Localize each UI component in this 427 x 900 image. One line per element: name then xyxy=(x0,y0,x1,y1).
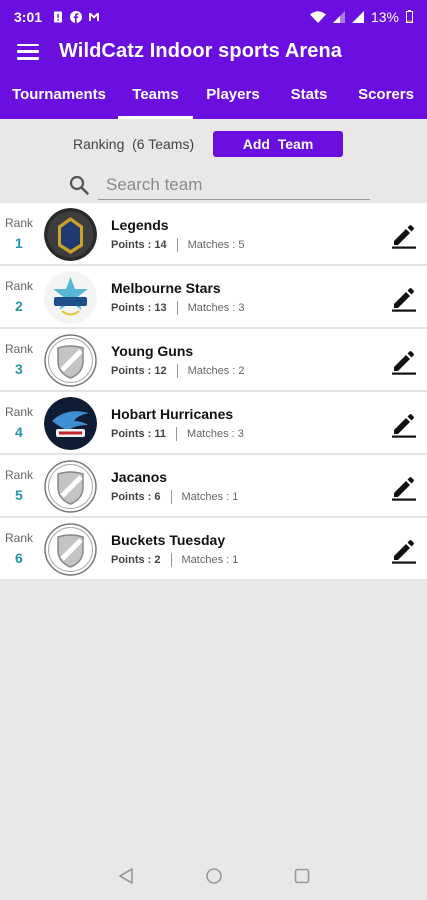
stats-divider xyxy=(176,301,178,315)
team-points: Points : 12 xyxy=(111,365,167,377)
edit-icon[interactable] xyxy=(390,221,418,249)
tab-bar: Tournaments Teams Players Stats Scorers xyxy=(0,70,427,119)
home-icon xyxy=(205,868,222,884)
gmail-icon xyxy=(89,12,100,21)
signal-icon xyxy=(332,10,345,23)
search-icon[interactable] xyxy=(68,174,90,196)
team-logo xyxy=(44,334,97,387)
edit-icon[interactable] xyxy=(390,347,418,375)
stats-divider xyxy=(176,364,178,378)
team-name: Jacanos xyxy=(111,469,168,485)
tab-players[interactable]: Players xyxy=(193,70,273,119)
tab-teams[interactable]: Teams xyxy=(118,70,193,119)
team-row[interactable]: Rank 3 Young Guns Points : 12 Matches : … xyxy=(0,329,427,392)
teams-toolbar: Ranking (6 Teams) Add Team xyxy=(0,130,427,158)
rank-label: Rank xyxy=(5,279,34,293)
team-stats: Points : 11 Matches : 3 xyxy=(111,427,244,441)
team-logo xyxy=(44,460,97,513)
tab-tournaments[interactable]: Tournaments xyxy=(0,70,118,119)
team-list: Rank 1 Legends Points : 14 Matches : 5 R… xyxy=(0,203,427,581)
facebook-icon xyxy=(70,10,83,23)
tab-scorers[interactable]: Scorers xyxy=(345,70,427,119)
edit-icon[interactable] xyxy=(390,536,418,564)
team-points: Points : 11 xyxy=(111,428,167,440)
rank-number: 1 xyxy=(15,235,23,251)
team-row[interactable]: Rank 2 Melbourne Stars Points : 13 Match… xyxy=(0,266,427,329)
team-row[interactable]: Rank 4 Hobart Hurricanes Points : 11 Mat… xyxy=(0,392,427,455)
edit-icon[interactable] xyxy=(390,410,418,438)
battery-percent: 13% xyxy=(370,8,399,25)
team-stats: Points : 6 Matches : 1 xyxy=(111,490,238,504)
team-matches: Matches : 1 xyxy=(181,491,239,503)
team-stats: Points : 14 Matches : 5 xyxy=(111,238,244,252)
team-matches: Matches : 3 xyxy=(187,302,245,314)
ranking-count-label: Ranking (6 Teams) xyxy=(73,136,195,152)
home-button[interactable] xyxy=(201,863,227,889)
stats-divider xyxy=(176,427,178,441)
rank-label: Rank xyxy=(5,342,34,356)
add-team-button[interactable]: Add Team xyxy=(213,131,343,157)
team-matches: Matches : 3 xyxy=(187,428,244,440)
team-logo xyxy=(44,523,97,576)
recents-icon xyxy=(294,868,309,884)
rank-number: 5 xyxy=(15,487,23,503)
app-bar: WildCatz Indoor sports Arena xyxy=(0,33,427,70)
tab-stats[interactable]: Stats xyxy=(273,70,345,119)
team-row[interactable]: Rank 1 Legends Points : 14 Matches : 5 xyxy=(0,203,427,266)
status-time: 3:01 xyxy=(14,8,43,25)
edit-icon[interactable] xyxy=(390,473,418,501)
stats-divider xyxy=(176,238,178,252)
team-matches: Matches : 2 xyxy=(187,365,245,377)
team-points: Points : 14 xyxy=(111,239,167,251)
rank-label: Rank xyxy=(5,405,34,419)
team-logo xyxy=(44,208,97,261)
signal-icon xyxy=(351,10,364,23)
app-title: WildCatz Indoor sports Arena xyxy=(59,40,343,62)
team-name: Melbourne Stars xyxy=(111,280,221,296)
team-row[interactable]: Rank 5 Jacanos Points : 6 Matches : 1 xyxy=(0,455,427,518)
back-button[interactable] xyxy=(113,863,139,889)
team-logo xyxy=(44,397,97,450)
team-stats: Points : 13 Matches : 3 xyxy=(111,301,244,315)
rank-label: Rank xyxy=(5,531,34,545)
team-points: Points : 13 xyxy=(111,302,167,314)
search-bar xyxy=(68,170,373,200)
team-stats: Points : 12 Matches : 2 xyxy=(111,364,244,378)
search-input[interactable] xyxy=(98,170,370,200)
battery-icon xyxy=(406,10,413,23)
wifi-icon xyxy=(309,10,326,23)
rank-number: 4 xyxy=(15,424,23,440)
recents-button[interactable] xyxy=(289,863,315,889)
stats-divider xyxy=(170,490,172,504)
team-points: Points : 6 xyxy=(111,491,161,503)
menu-icon[interactable] xyxy=(17,43,39,60)
rank-number: 2 xyxy=(15,298,23,314)
rank-label: Rank xyxy=(5,468,34,482)
team-name: Hobart Hurricanes xyxy=(111,406,234,422)
sim-alert-icon xyxy=(54,11,63,22)
back-icon xyxy=(118,868,133,884)
team-matches: Matches : 1 xyxy=(181,554,239,566)
team-name: Young Guns xyxy=(111,343,194,359)
team-stats: Points : 2 Matches : 1 xyxy=(111,553,238,567)
team-name: Legends xyxy=(111,217,169,233)
team-points: Points : 2 xyxy=(111,554,161,566)
status-bar: 3:01 13% xyxy=(0,0,427,33)
system-nav-bar xyxy=(0,852,427,900)
team-name: Buckets Tuesday xyxy=(111,532,226,548)
team-matches: Matches : 5 xyxy=(187,239,245,251)
team-logo xyxy=(44,271,97,324)
edit-icon[interactable] xyxy=(390,284,418,312)
stats-divider xyxy=(170,553,172,567)
rank-number: 6 xyxy=(15,550,23,566)
rank-label: Rank xyxy=(5,216,34,230)
team-row[interactable]: Rank 6 Buckets Tuesday Points : 2 Matche… xyxy=(0,518,427,581)
rank-number: 3 xyxy=(15,361,23,377)
